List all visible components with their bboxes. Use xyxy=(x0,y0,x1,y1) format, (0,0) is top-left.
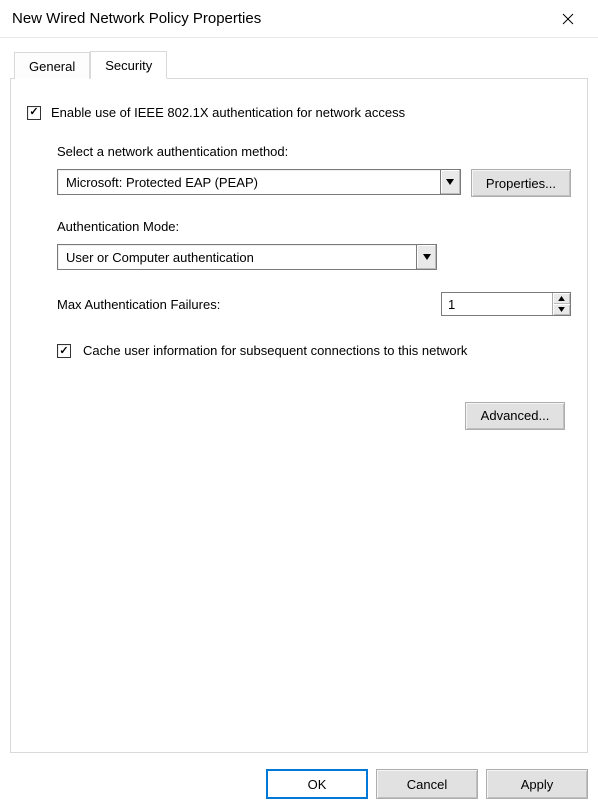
advanced-button[interactable]: Advanced... xyxy=(465,402,565,430)
apply-button[interactable]: Apply xyxy=(486,769,588,799)
auth-method-dropdown-button[interactable] xyxy=(440,170,460,194)
ok-button[interactable]: OK xyxy=(266,769,368,799)
auth-method-dropdown[interactable]: Microsoft: Protected EAP (PEAP) xyxy=(57,169,461,195)
spinner-up-button[interactable] xyxy=(553,293,570,304)
auth-mode-value: User or Computer authentication xyxy=(58,245,416,269)
cancel-button[interactable]: Cancel xyxy=(376,769,478,799)
max-failures-row: Max Authentication Failures: 1 xyxy=(57,292,571,316)
chevron-down-icon xyxy=(446,179,454,185)
auth-method-value: Microsoft: Protected EAP (PEAP) xyxy=(58,170,440,194)
window-title: New Wired Network Policy Properties xyxy=(10,10,261,27)
cache-label: Cache user information for subsequent co… xyxy=(83,342,467,360)
content-area: General Security Enable use of IEEE 802.… xyxy=(0,38,598,765)
chevron-up-icon xyxy=(558,296,565,301)
auth-mode-dropdown[interactable]: User or Computer authentication xyxy=(57,244,437,270)
max-failures-spinner[interactable]: 1 xyxy=(441,292,571,316)
tabs-row: General Security xyxy=(14,50,588,78)
max-failures-label: Max Authentication Failures: xyxy=(57,297,220,312)
chevron-down-icon xyxy=(558,307,565,312)
max-failures-value: 1 xyxy=(442,293,552,315)
cache-checkbox[interactable] xyxy=(57,344,71,358)
tab-general[interactable]: General xyxy=(14,52,90,79)
close-button[interactable] xyxy=(548,4,588,34)
settings-indent: Select a network authentication method: … xyxy=(57,144,571,430)
dialog-button-bar: OK Cancel Apply xyxy=(0,765,598,811)
properties-button[interactable]: Properties... xyxy=(471,169,571,197)
spinner-buttons xyxy=(552,293,570,315)
tab-panel-security: Enable use of IEEE 802.1X authentication… xyxy=(10,78,588,753)
advanced-row: Advanced... xyxy=(57,402,571,430)
auth-method-label: Select a network authentication method: xyxy=(57,144,571,159)
enable-8021x-label: Enable use of IEEE 802.1X authentication… xyxy=(51,105,405,120)
auth-mode-dropdown-button[interactable] xyxy=(416,245,436,269)
chevron-down-icon xyxy=(423,254,431,260)
enable-8021x-row: Enable use of IEEE 802.1X authentication… xyxy=(27,105,571,120)
spinner-down-button[interactable] xyxy=(553,304,570,315)
enable-8021x-checkbox[interactable] xyxy=(27,106,41,120)
auth-method-row: Microsoft: Protected EAP (PEAP) Properti… xyxy=(57,169,571,197)
auth-mode-label: Authentication Mode: xyxy=(57,219,571,234)
cache-row: Cache user information for subsequent co… xyxy=(57,342,571,360)
auth-mode-row: User or Computer authentication xyxy=(57,244,437,270)
close-icon xyxy=(562,13,574,25)
properties-window: New Wired Network Policy Properties Gene… xyxy=(0,0,598,811)
tab-security[interactable]: Security xyxy=(90,51,167,79)
titlebar: New Wired Network Policy Properties xyxy=(0,0,598,38)
